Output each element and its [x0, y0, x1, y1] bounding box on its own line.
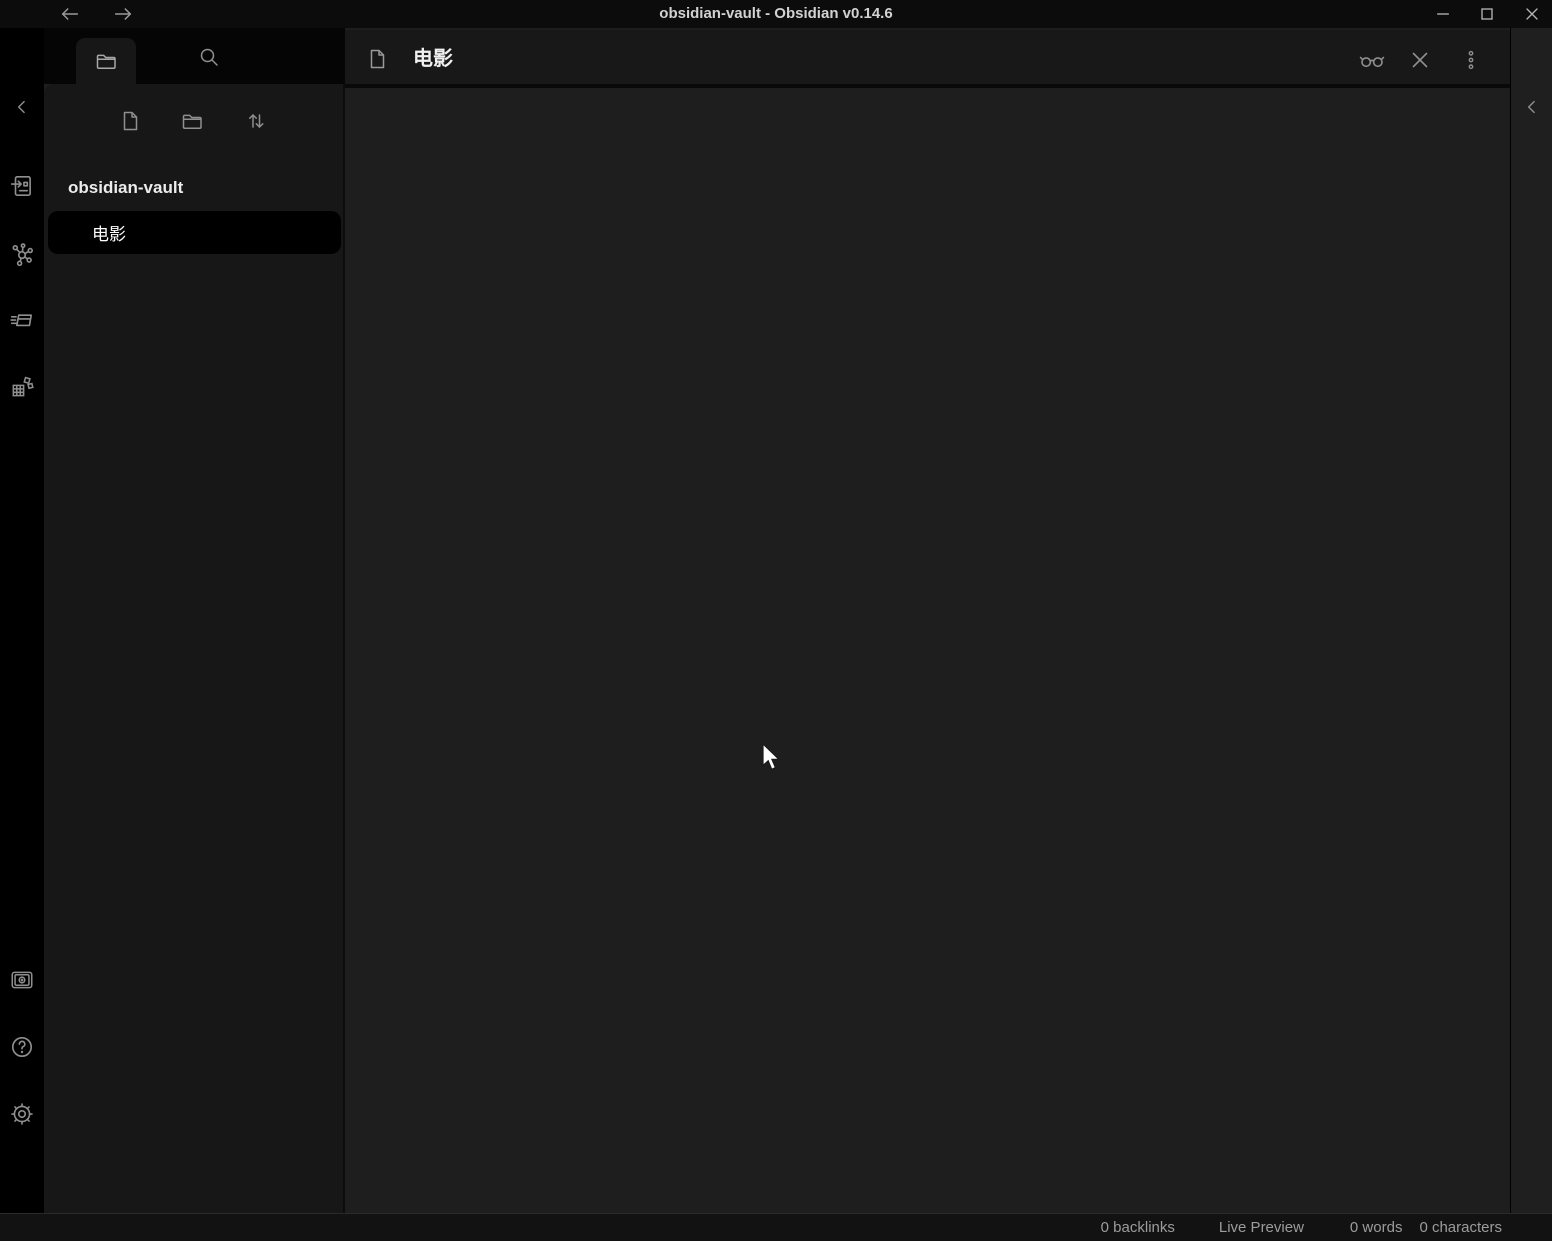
status-bar: 0 backlinks Live Preview 0 words 0 chara…	[0, 1213, 1552, 1241]
backlinks-status[interactable]: 0 backlinks	[1101, 1219, 1175, 1236]
new-note-button[interactable]	[115, 106, 145, 136]
sidebar-tab-strip	[44, 28, 345, 84]
minimize-icon	[1433, 4, 1453, 24]
graph-view-button[interactable]	[9, 241, 35, 267]
quick-switcher-icon	[9, 173, 35, 199]
reading-mode-toggle-button[interactable]	[1357, 45, 1387, 75]
help-question-icon	[9, 1034, 35, 1060]
vault-root-item[interactable]: obsidian-vault	[68, 174, 183, 202]
grid-dice-icon	[9, 374, 35, 400]
editor-mode-status[interactable]: Live Preview	[1219, 1219, 1304, 1236]
character-count-status: 0 characters	[1419, 1219, 1502, 1236]
expand-right-sidebar-button[interactable]	[1522, 97, 1542, 117]
sort-order-button[interactable]	[241, 106, 271, 136]
card-speed-button[interactable]	[9, 307, 35, 333]
window-title: obsidian-vault - Obsidian v0.14.6	[0, 0, 1552, 28]
file-list-item-selected[interactable]: 电影	[48, 211, 341, 254]
maximize-icon	[1477, 4, 1497, 24]
file-explorer-panel: obsidian-vault 电影	[44, 84, 345, 1213]
chevron-left-icon	[12, 97, 32, 117]
new-note-document-icon	[118, 109, 142, 133]
close-x-icon	[1407, 47, 1433, 73]
quick-switcher-button[interactable]	[9, 173, 35, 199]
window-minimize-button[interactable]	[1432, 3, 1454, 25]
editor-pane[interactable]: 电影	[345, 28, 1510, 1214]
search-icon	[197, 45, 221, 69]
new-folder-button[interactable]	[177, 106, 207, 136]
note-title: 电影	[413, 30, 453, 88]
editor-content-area[interactable]	[345, 90, 1510, 1214]
help-button[interactable]	[9, 1034, 35, 1060]
graph-view-icon	[9, 241, 35, 267]
file-name-label: 电影	[92, 220, 126, 245]
vault-safe-icon	[9, 967, 35, 993]
tab-search[interactable]	[194, 42, 224, 72]
more-options-button[interactable]	[1456, 45, 1486, 75]
new-folder-icon	[180, 109, 204, 133]
settings-button[interactable]	[9, 1101, 35, 1127]
left-ribbon	[0, 28, 44, 1214]
window-maximize-button[interactable]	[1476, 3, 1498, 25]
sort-arrows-icon	[244, 109, 268, 133]
editor-tab-header[interactable]: 电影	[345, 30, 1510, 88]
vault-switcher-button[interactable]	[9, 967, 35, 993]
close-pane-button[interactable]	[1405, 45, 1435, 75]
close-icon	[1522, 4, 1542, 24]
glasses-icon	[1358, 46, 1386, 74]
window-close-button[interactable]	[1521, 3, 1543, 25]
chevron-left-icon	[1522, 97, 1542, 117]
vault-name-label: obsidian-vault	[68, 178, 183, 197]
tab-file-explorer[interactable]	[76, 38, 136, 84]
card-motion-lines-icon	[9, 307, 35, 333]
collapse-left-sidebar-button[interactable]	[9, 94, 35, 120]
three-dots-vertical-icon	[1459, 48, 1483, 72]
folder-icon	[94, 49, 118, 73]
random-note-button[interactable]	[9, 374, 35, 400]
settings-gear-icon	[9, 1101, 35, 1127]
title-bar: obsidian-vault - Obsidian v0.14.6	[0, 0, 1552, 28]
note-document-icon	[365, 47, 389, 71]
word-count-status: 0 words	[1350, 1219, 1403, 1236]
right-sidebar-strip	[1510, 28, 1552, 1214]
